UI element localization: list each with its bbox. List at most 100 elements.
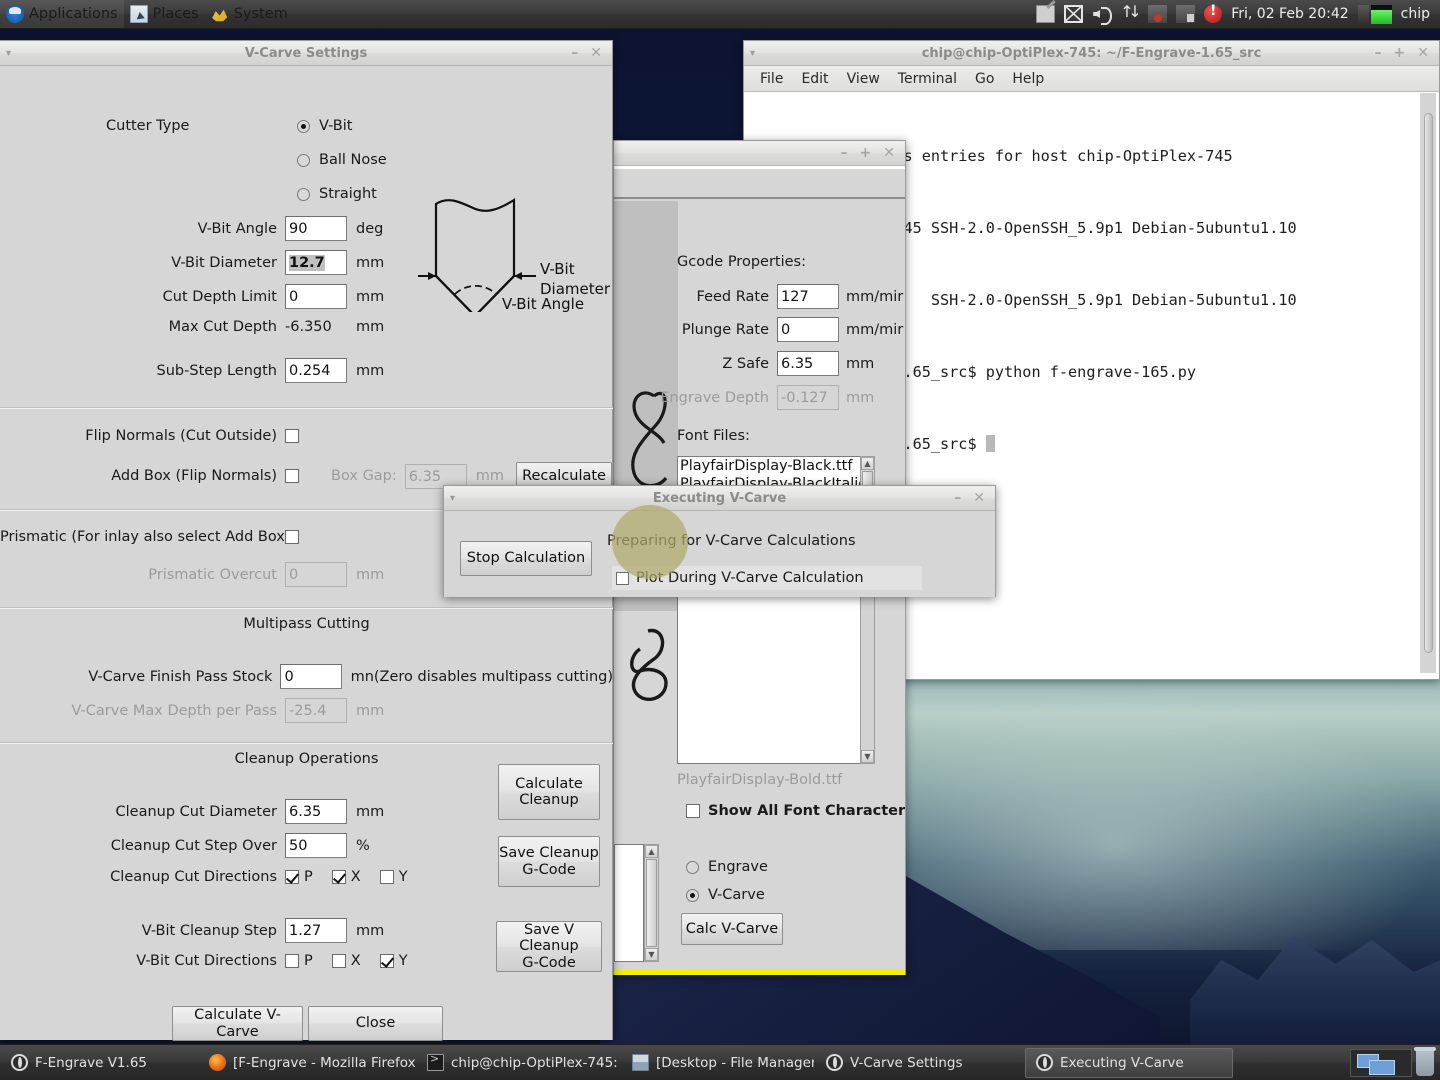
vbit-direction-x-checkbox[interactable] bbox=[332, 954, 346, 968]
cleanup-direction-p-checkbox[interactable] bbox=[285, 870, 299, 884]
save-v-cleanup-gcode-button[interactable]: Save V Cleanup G-Code bbox=[496, 921, 602, 972]
taskbar-item-vcarve-settings[interactable]: V-Carve Settings bbox=[816, 1048, 1023, 1078]
clock[interactable]: Fri, 02 Feb 20:42 bbox=[1231, 6, 1348, 22]
show-all-font-characters-checkbox[interactable] bbox=[686, 804, 700, 818]
vbit-direction-y-checkbox[interactable] bbox=[380, 954, 394, 968]
secondary-listbox-scrollbar[interactable]: ▲ ▼ bbox=[644, 844, 659, 962]
mail-icon[interactable] bbox=[1064, 5, 1083, 23]
cutter-type-vbit-radio[interactable] bbox=[297, 120, 310, 133]
exec-titlebar[interactable]: ▾ Executing V-Carve – ✕ bbox=[444, 486, 995, 511]
menu-system[interactable]: System bbox=[205, 0, 294, 28]
field-prismatic[interactable]: Prismatic (For inlay also select Add Box… bbox=[0, 529, 420, 545]
terminal-minimize-button[interactable]: – bbox=[1375, 45, 1382, 61]
scroll-up-icon[interactable]: ▲ bbox=[861, 457, 874, 470]
fengrave-minimize-button[interactable]: – bbox=[841, 145, 848, 161]
screen-red-icon[interactable] bbox=[1148, 5, 1167, 23]
terminal-close-button[interactable]: ✕ bbox=[1417, 45, 1429, 61]
fengrave-maximize-button[interactable]: + bbox=[860, 145, 872, 161]
finish-pass-stock-input[interactable]: 0 bbox=[280, 664, 341, 689]
alert-icon[interactable] bbox=[1204, 5, 1222, 23]
calc-vcarve-button[interactable]: Calc V-Carve bbox=[681, 913, 783, 945]
exec-close-button[interactable]: ✕ bbox=[973, 490, 985, 506]
font-file-item[interactable]: PlayfairDisplay-Black.ttf bbox=[678, 457, 870, 475]
fengrave-canvas-lower[interactable] bbox=[614, 611, 678, 711]
terminal-menu-edit[interactable]: Edit bbox=[801, 71, 828, 87]
plot-during-calculation-row[interactable]: Plot During V-Carve Calculation bbox=[612, 566, 922, 590]
note-icon[interactable] bbox=[1036, 5, 1055, 23]
fengrave-titlebar[interactable]: – + ✕ bbox=[614, 141, 905, 166]
vbit-direction-p-label: P bbox=[304, 953, 313, 969]
user-name[interactable]: chip bbox=[1401, 6, 1430, 22]
plunge-rate-input[interactable]: 0 bbox=[777, 317, 839, 342]
cutter-type-straight-row[interactable]: Straight bbox=[297, 186, 377, 202]
exec-minimize-button[interactable]: – bbox=[954, 490, 961, 506]
vcarve-radio[interactable] bbox=[686, 889, 699, 902]
system-monitor-graph[interactable] bbox=[1358, 5, 1392, 24]
sub-step-length-input[interactable]: 0.254 bbox=[285, 358, 347, 383]
trash-icon[interactable] bbox=[1416, 1050, 1434, 1076]
window-menu-icon[interactable]: ▾ bbox=[750, 48, 755, 59]
terminal-menu-terminal[interactable]: Terminal bbox=[898, 71, 957, 87]
calculate-vcarve-button[interactable]: Calculate V-Carve bbox=[172, 1006, 303, 1041]
mode-engrave-row[interactable]: Engrave bbox=[686, 859, 768, 875]
vcarve-titlebar[interactable]: ▾ V-Carve Settings – ✕ bbox=[0, 41, 612, 66]
menu-applications[interactable]: Applications bbox=[0, 0, 124, 28]
taskbar-item-firefox[interactable]: [F-Engrave - Mozilla Firefox] bbox=[199, 1048, 415, 1078]
save-cleanup-gcode-button[interactable]: Save Cleanup G-Code bbox=[498, 836, 600, 887]
taskbar-item-executing-vcarve[interactable]: Executing V-Carve bbox=[1025, 1048, 1233, 1078]
cutter-type-ballnose-radio[interactable] bbox=[297, 154, 310, 167]
flip-normals-checkbox[interactable] bbox=[285, 429, 299, 443]
cleanup-direction-x-checkbox[interactable] bbox=[332, 870, 346, 884]
terminal-menu-view[interactable]: View bbox=[847, 71, 880, 87]
taskbar-item-terminal[interactable]: chip@chip-OptiPlex-745: ~/... bbox=[417, 1048, 620, 1078]
show-all-chars-row[interactable]: Show All Font Characters bbox=[686, 803, 905, 819]
scroll-down-icon[interactable]: ▼ bbox=[645, 948, 658, 961]
engrave-radio[interactable] bbox=[686, 861, 699, 874]
field-flip-normals[interactable]: Flip Normals (Cut Outside) bbox=[0, 428, 420, 444]
taskbar-item-filemanager[interactable]: [Desktop - File Manager] bbox=[622, 1048, 814, 1078]
scroll-down-icon[interactable]: ▼ bbox=[861, 750, 874, 763]
vcarve-minimize-button[interactable]: – bbox=[571, 45, 578, 61]
vcarve-close-button[interactable]: ✕ bbox=[590, 45, 602, 61]
cleanup-cut-diameter-input[interactable]: 6.35 bbox=[285, 799, 347, 824]
workspace-switcher[interactable] bbox=[1350, 1049, 1412, 1077]
secondary-listbox[interactable] bbox=[614, 844, 644, 962]
menu-places[interactable]: Places bbox=[124, 0, 205, 28]
cleanup-direction-y-checkbox[interactable] bbox=[380, 870, 394, 884]
terminal-menu-help[interactable]: Help bbox=[1012, 71, 1044, 87]
plot-during-calculation-checkbox[interactable] bbox=[616, 572, 629, 585]
window-menu-icon[interactable]: ▾ bbox=[6, 48, 11, 59]
taskbar-item-vcarve-settings-label: V-Carve Settings bbox=[850, 1055, 963, 1071]
cutter-type-straight-radio[interactable] bbox=[297, 188, 310, 201]
cleanup-cut-step-over-input[interactable]: 50 bbox=[285, 833, 347, 858]
vbit-direction-p-checkbox[interactable] bbox=[285, 954, 299, 968]
prismatic-checkbox[interactable] bbox=[285, 530, 299, 544]
network-icon[interactable] bbox=[1120, 5, 1139, 23]
calculate-cleanup-button[interactable]: Calculate Cleanup bbox=[498, 764, 600, 820]
secondary-scrollbar-thumb[interactable] bbox=[646, 859, 657, 947]
z-safe-input[interactable]: 6.35 bbox=[777, 351, 839, 376]
screen-grey-icon[interactable] bbox=[1176, 5, 1195, 23]
window-menu-icon[interactable]: ▾ bbox=[450, 493, 455, 504]
terminal-menu-file[interactable]: File bbox=[760, 71, 783, 87]
terminal-scrollbar[interactable] bbox=[1420, 93, 1436, 673]
feed-rate-input[interactable]: 127 bbox=[777, 284, 839, 309]
mode-vcarve-row[interactable]: V-Carve bbox=[686, 887, 765, 903]
stop-calculation-button[interactable]: Stop Calculation bbox=[460, 541, 592, 576]
terminal-menu-go[interactable]: Go bbox=[975, 71, 994, 87]
fengrave-close-button[interactable]: ✕ bbox=[883, 145, 895, 161]
add-box-checkbox[interactable] bbox=[285, 469, 299, 483]
volume-icon[interactable] bbox=[1092, 5, 1111, 23]
scroll-up-icon[interactable]: ▲ bbox=[645, 845, 658, 858]
terminal-titlebar[interactable]: ▾ chip@chip-OptiPlex-745: ~/F-Engrave-1.… bbox=[744, 41, 1439, 66]
cutter-type-ballnose-row[interactable]: Ball Nose bbox=[297, 152, 387, 168]
cutter-type-vbit-row[interactable]: V-Bit bbox=[297, 118, 352, 134]
terminal-maximize-button[interactable]: + bbox=[1394, 45, 1406, 61]
close-button[interactable]: Close bbox=[308, 1006, 443, 1041]
vbit-angle-input[interactable]: 90 bbox=[285, 216, 347, 241]
vbit-cleanup-step-input[interactable]: 1.27 bbox=[285, 918, 347, 943]
vbit-diameter-input[interactable]: 12.7 bbox=[285, 250, 347, 275]
cut-depth-limit-input[interactable]: 0 bbox=[285, 284, 347, 309]
taskbar-item-fengrave[interactable]: F-Engrave V1.65 bbox=[1, 1048, 197, 1078]
terminal-scrollbar-thumb[interactable] bbox=[1424, 113, 1433, 653]
